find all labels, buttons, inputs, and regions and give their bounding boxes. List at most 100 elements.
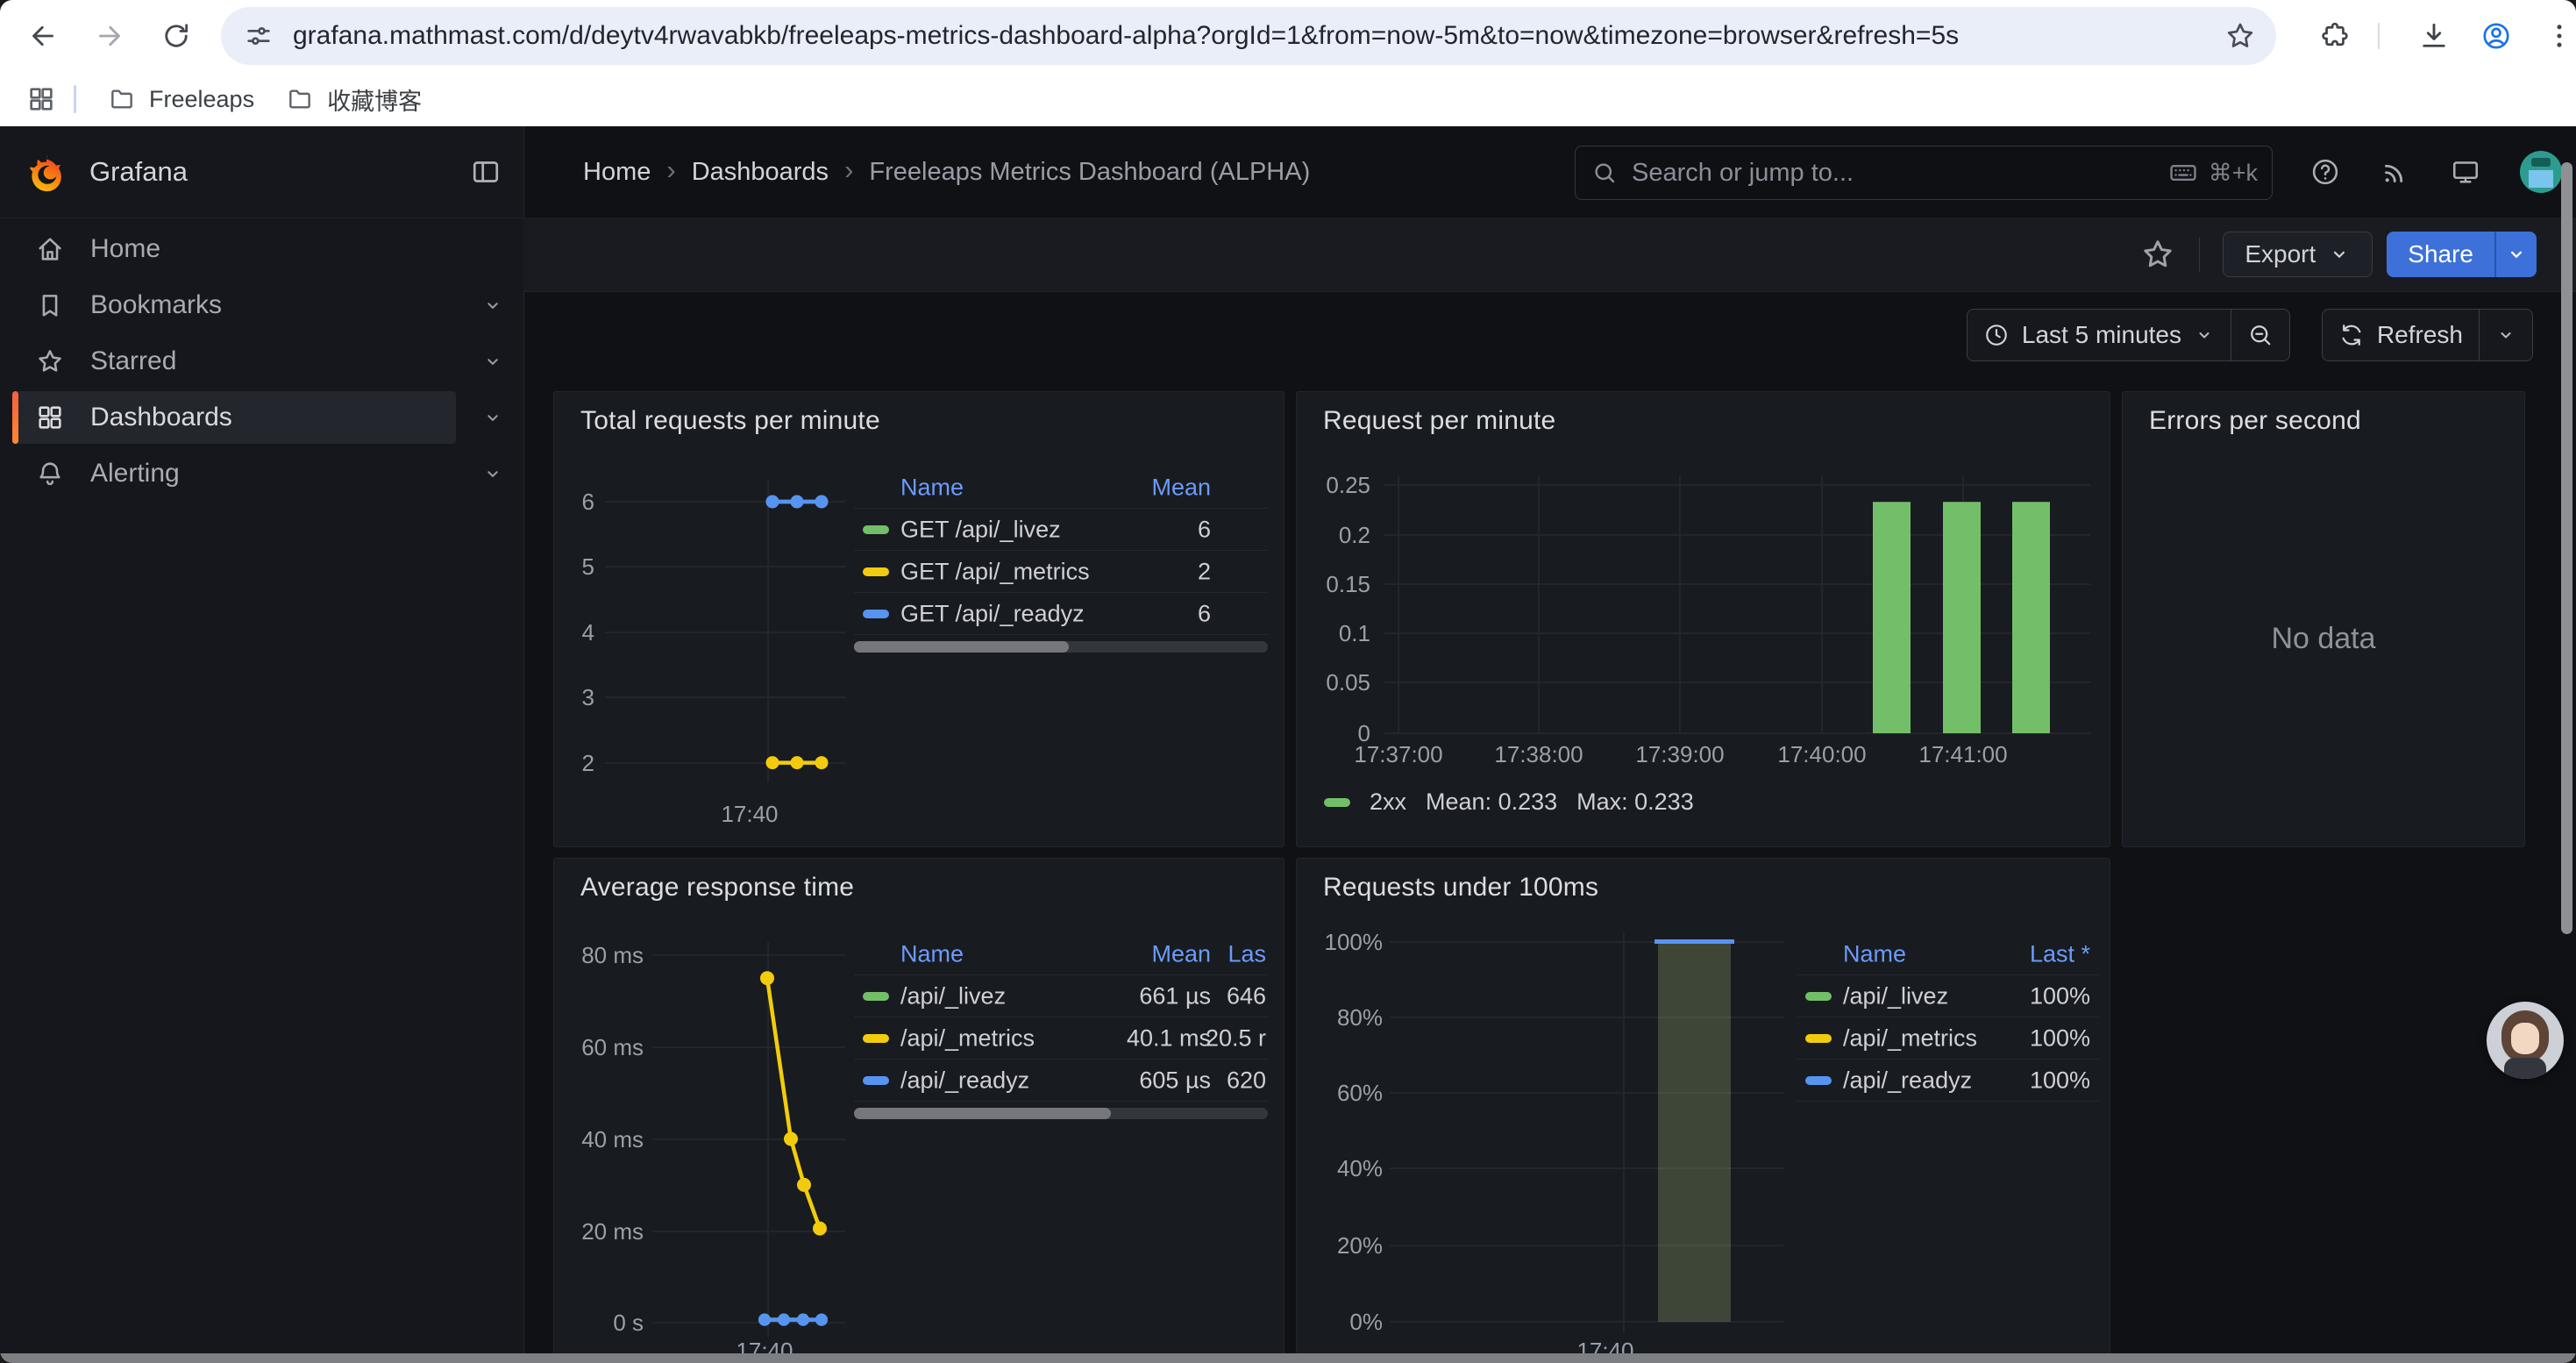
panel-legend: Name Mean Las/api/_livez661 µs646/api/_met… bbox=[854, 933, 1268, 1119]
panel-title[interactable]: Total requests per minute bbox=[580, 406, 880, 436]
series-color-icon bbox=[863, 525, 889, 534]
panel-title[interactable]: Average response time bbox=[580, 873, 854, 903]
url-text[interactable]: grafana.mathmast.com/d/deytv4rwavabkb/fr… bbox=[293, 21, 2224, 51]
legend-series-name[interactable]: /api/_livez bbox=[1843, 982, 1948, 1010]
legend-row[interactable]: /api/_readyz100% bbox=[1797, 1060, 2099, 1101]
panel-title[interactable]: Request per minute bbox=[1323, 406, 1555, 436]
bookmark-item[interactable]: 收藏博客 bbox=[286, 82, 422, 117]
sidebar-toggle-icon[interactable] bbox=[470, 156, 502, 188]
refresh-button[interactable]: Refresh bbox=[2323, 310, 2479, 360]
legend-scrollbar-thumb[interactable] bbox=[854, 1108, 1111, 1119]
panel-title[interactable]: Errors per second bbox=[2149, 406, 2361, 436]
panel-title[interactable]: Requests under 100ms bbox=[1323, 873, 1598, 903]
legend-row[interactable]: /api/_metrics40.1 ms20.5 r bbox=[854, 1017, 1268, 1059]
legend-series-name[interactable]: /api/_metrics bbox=[1843, 1024, 1977, 1052]
legend-header-cell[interactable]: Las bbox=[1228, 940, 1266, 967]
monitor-icon[interactable] bbox=[2450, 156, 2481, 188]
legend-row[interactable]: /api/_readyz605 µs620 bbox=[854, 1060, 1268, 1101]
legend-row[interactable]: GET /api/_livez6 bbox=[854, 509, 1268, 550]
legend-scrollbar[interactable] bbox=[854, 1108, 1268, 1119]
sidebar-item-bookmarks[interactable]: Bookmarks bbox=[0, 277, 523, 333]
legend-series-name[interactable]: GET /api/_livez bbox=[900, 516, 1061, 543]
legend-scrollbar[interactable] bbox=[854, 641, 1268, 653]
legend-row[interactable]: /api/_livez100% bbox=[1797, 975, 2099, 1017]
legend-row[interactable]: GET /api/_metrics 2 bbox=[854, 551, 1268, 592]
favorite-star-icon[interactable] bbox=[2139, 236, 2176, 273]
keyboard-icon bbox=[2168, 158, 2198, 188]
legend-scrollbar-thumb[interactable] bbox=[854, 641, 1069, 653]
legend-series-name[interactable]: 2xx bbox=[1370, 789, 1406, 816]
panel-request-per-minute[interactable]: Request per minute 0.250.20.150.10.05017… bbox=[1296, 391, 2110, 847]
chevron-down-icon bbox=[480, 349, 505, 374]
y-axis-tick: 40% bbox=[1297, 1154, 1383, 1182]
profile-icon[interactable] bbox=[2473, 12, 2520, 60]
legend-row[interactable]: /api/_livez661 µs646 bbox=[854, 975, 1268, 1017]
sidebar-item-starred[interactable]: Starred bbox=[0, 333, 523, 389]
legend-row[interactable]: /api/_metrics100% bbox=[1797, 1017, 2099, 1059]
legend-header-cell[interactable]: Mean bbox=[1151, 474, 1211, 501]
share-menu-button[interactable] bbox=[2494, 232, 2537, 277]
refresh-group: Refresh bbox=[2322, 309, 2533, 361]
zoom-out-button[interactable] bbox=[2231, 310, 2289, 360]
legend-series-name[interactable]: /api/_metrics bbox=[900, 1024, 1035, 1052]
panel-requests-under-100ms[interactable]: Requests under 100ms 100%80%60%40%20%0%1… bbox=[1296, 858, 2110, 1363]
x-axis-tick: 17:39:00 bbox=[1601, 741, 1759, 768]
reload-icon[interactable] bbox=[153, 12, 200, 60]
help-icon[interactable] bbox=[2309, 156, 2341, 188]
bookmark-icon bbox=[35, 290, 65, 320]
legend-header-cell[interactable]: Name bbox=[1843, 940, 1906, 967]
site-info-icon[interactable] bbox=[244, 21, 274, 51]
legend-series-name[interactable]: /api/_readyz bbox=[1843, 1067, 1972, 1094]
legend-series-name[interactable]: GET /api/_metrics bbox=[900, 558, 1090, 585]
window-bottom-edge bbox=[0, 1353, 2576, 1363]
floating-assistant-avatar[interactable] bbox=[2487, 1002, 2564, 1079]
legend-value: 2 bbox=[1198, 558, 1211, 585]
sidebar-item-dashboards[interactable]: Dashboards bbox=[0, 389, 523, 446]
panel-legend[interactable]: 2xxMean: 0.233Max: 0.233 bbox=[1324, 789, 1694, 816]
downloads-icon[interactable] bbox=[2410, 12, 2458, 60]
y-axis-tick: 60% bbox=[1297, 1079, 1383, 1107]
share-button[interactable]: Share bbox=[2387, 232, 2494, 277]
rss-icon[interactable] bbox=[2380, 156, 2411, 188]
y-axis-tick: 20% bbox=[1297, 1231, 1383, 1260]
sidebar-item-home[interactable]: Home bbox=[0, 221, 523, 277]
grafana-logo-icon[interactable] bbox=[25, 150, 68, 194]
breadcrumb-separator: › bbox=[666, 154, 675, 186]
legend-series-name[interactable]: /api/_readyz bbox=[900, 1067, 1029, 1094]
url-bar[interactable]: grafana.mathmast.com/d/deytv4rwavabkb/fr… bbox=[221, 7, 2276, 65]
panel-total-requests-per-minute[interactable]: Total requests per minute 6543217:40Name… bbox=[553, 391, 1284, 847]
apps-grid-icon[interactable] bbox=[26, 84, 56, 114]
refresh-interval-button[interactable] bbox=[2479, 310, 2532, 360]
legend-header-cell[interactable]: Name bbox=[900, 940, 964, 967]
series-color-icon bbox=[863, 567, 889, 576]
bookmark-star-icon[interactable] bbox=[2224, 19, 2257, 53]
legend-series-name[interactable]: /api/_livez bbox=[900, 982, 1006, 1010]
panel-average-response-time[interactable]: Average response time 80 ms60 ms40 ms20 … bbox=[553, 858, 1284, 1363]
export-button[interactable]: Export bbox=[2223, 232, 2373, 277]
bookmark-item[interactable]: Freeleaps bbox=[108, 85, 254, 113]
chevron-down-icon bbox=[2328, 243, 2351, 266]
legend-header-cell[interactable]: Last * bbox=[2030, 940, 2090, 967]
sidebar-item-alerting[interactable]: Alerting bbox=[0, 446, 523, 502]
search-input[interactable]: Search or jump to... ⌘+k bbox=[1575, 146, 2273, 200]
browser-menu-icon[interactable] bbox=[2536, 12, 2576, 60]
brand-title[interactable]: Grafana bbox=[89, 156, 188, 188]
breadcrumb-item[interactable]: Dashboards bbox=[692, 158, 829, 187]
y-axis-tick: 100% bbox=[1297, 928, 1383, 956]
panel-errors-per-second[interactable]: Errors per second No data bbox=[2122, 391, 2525, 847]
forward-icon[interactable] bbox=[86, 12, 133, 60]
chevron-down-icon bbox=[480, 293, 505, 318]
user-avatar[interactable] bbox=[2520, 151, 2562, 193]
page-scrollbar[interactable] bbox=[2561, 162, 2572, 934]
time-range-picker[interactable]: Last 5 minutes bbox=[1968, 310, 2231, 360]
breadcrumb-item[interactable]: Home bbox=[583, 158, 651, 187]
legend-row[interactable]: GET /api/_readyz6 bbox=[854, 593, 1268, 634]
legend-series-name[interactable]: GET /api/_readyz bbox=[900, 600, 1085, 627]
legend-header-cell[interactable]: Mean bbox=[1151, 940, 1211, 967]
legend-header-cell[interactable]: Name bbox=[900, 474, 964, 501]
grafana-header: Grafana Home›Dashboards›Freeleaps Metric… bbox=[0, 126, 2576, 218]
back-icon[interactable] bbox=[19, 12, 67, 60]
breadcrumb-item[interactable]: Freeleaps Metrics Dashboard (ALPHA) bbox=[869, 158, 1310, 187]
header-separator bbox=[2199, 237, 2200, 272]
extensions-icon[interactable] bbox=[2311, 12, 2359, 60]
